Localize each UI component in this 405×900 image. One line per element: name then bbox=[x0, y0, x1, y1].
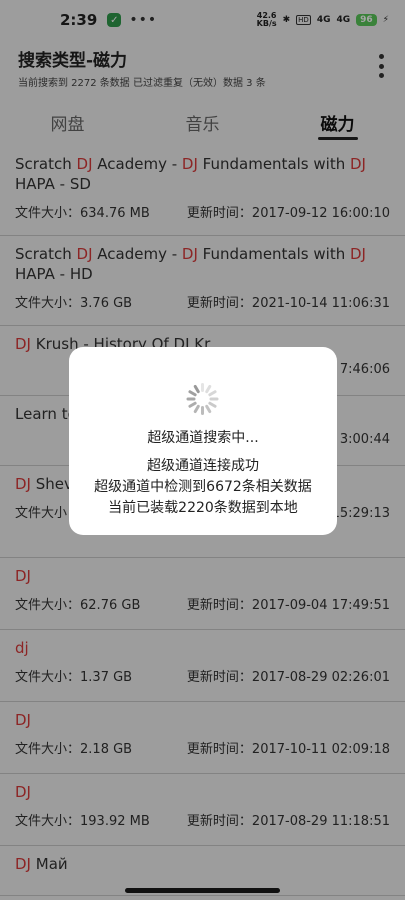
dialog-status-line-2: 超级通道中检测到6672条相关数据 bbox=[94, 479, 312, 495]
dialog-status-line-3: 当前已装载2220条数据到本地 bbox=[108, 500, 298, 516]
home-indicator[interactable] bbox=[125, 888, 280, 893]
loading-spinner-icon bbox=[186, 383, 218, 415]
search-progress-dialog: 超级通道搜索中... 超级通道连接成功 超级通道中检测到6672条相关数据 当前… bbox=[69, 347, 337, 535]
dialog-title: 超级通道搜索中... bbox=[147, 430, 259, 446]
modal-overlay: 超级通道搜索中... 超级通道连接成功 超级通道中检测到6672条相关数据 当前… bbox=[0, 0, 405, 900]
dialog-status-line-1: 超级通道连接成功 bbox=[147, 458, 259, 474]
